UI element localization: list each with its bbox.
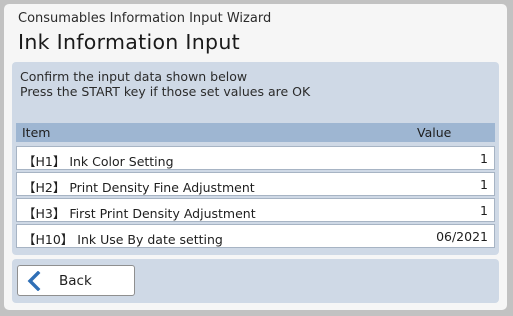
bottom-bar: Back bbox=[12, 259, 499, 303]
instruction-line-1: Confirm the input data shown below bbox=[20, 69, 248, 84]
wizard-screen: Consumables Information Input Wizard Ink… bbox=[4, 4, 507, 310]
back-button[interactable]: Back bbox=[17, 265, 135, 296]
confirmation-panel: Confirm the input data shown below Press… bbox=[12, 62, 499, 255]
table-row: 【H2】 Print Density Fine Adjustment 1 bbox=[16, 172, 495, 196]
row-value: 1 bbox=[480, 177, 488, 192]
row-item-label: 【H1】 Ink Color Setting bbox=[23, 154, 174, 169]
table-row: 【H3】 First Print Density Adjustment 1 bbox=[16, 198, 495, 222]
wizard-title: Consumables Information Input Wizard bbox=[18, 11, 272, 26]
page-title: Ink Information Input bbox=[18, 30, 240, 54]
row-value: 1 bbox=[480, 151, 488, 166]
row-value: 1 bbox=[480, 203, 488, 218]
row-item-label: 【H2】 Print Density Fine Adjustment bbox=[23, 180, 255, 195]
row-value: 06/2021 bbox=[436, 229, 488, 244]
instruction-line-2: Press the START key if those set values … bbox=[20, 84, 311, 99]
column-header-value: Value bbox=[417, 125, 452, 140]
row-item-label: 【H3】 First Print Density Adjustment bbox=[23, 206, 256, 221]
chevron-left-icon bbox=[26, 270, 42, 292]
row-item-label: 【H10】 Ink Use By date setting bbox=[23, 232, 223, 247]
table-row: 【H10】 Ink Use By date setting 06/2021 bbox=[16, 224, 495, 248]
column-header-item: Item bbox=[22, 125, 51, 140]
back-button-label: Back bbox=[59, 273, 92, 289]
table-header: Item Value bbox=[16, 123, 495, 142]
table-row: 【H1】 Ink Color Setting 1 bbox=[16, 146, 495, 170]
